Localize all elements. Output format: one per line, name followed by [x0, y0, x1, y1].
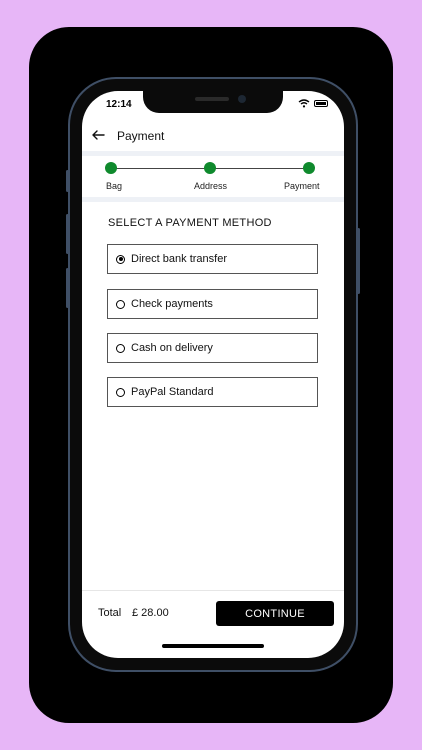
step-label-payment: Payment	[284, 181, 320, 191]
step-label-address: Address	[194, 181, 228, 191]
power-button	[357, 228, 360, 294]
continue-button[interactable]: CONTINUE	[216, 601, 334, 626]
front-camera	[238, 95, 246, 103]
radio-unselected-icon[interactable]	[116, 387, 125, 397]
battery-icon	[314, 100, 328, 107]
payment-option-label: Cash on delivery	[131, 342, 213, 354]
footer-divider	[82, 590, 344, 591]
step-label-bag: Bag	[106, 181, 123, 191]
radio-selected-icon[interactable]	[116, 254, 125, 264]
home-indicator	[162, 644, 264, 648]
payment-option-label: Check payments	[131, 298, 213, 310]
notch	[143, 91, 283, 113]
total-label: Total	[98, 607, 122, 619]
step-dot-address	[204, 162, 216, 174]
step-dot-bag	[105, 162, 117, 174]
status-icons	[298, 99, 328, 108]
payment-option-paypal-standard[interactable]: PayPal Standard	[107, 377, 318, 407]
checkout-stepper: Bag Address Payment	[82, 156, 344, 200]
payment-option-check-payments[interactable]: Check payments	[107, 289, 318, 319]
mute-switch	[66, 170, 69, 192]
page-title: Payment	[117, 129, 165, 143]
payment-option-label: PayPal Standard	[131, 386, 214, 398]
radio-unselected-icon[interactable]	[116, 343, 125, 353]
radio-unselected-icon[interactable]	[116, 299, 125, 309]
volume-up-button	[66, 214, 69, 254]
speaker	[195, 97, 229, 101]
header: Payment	[82, 121, 344, 151]
payment-option-direct-bank-transfer[interactable]: Direct bank transfer	[107, 244, 318, 274]
total-value: £ 28.00	[132, 607, 169, 619]
step-dot-payment	[303, 162, 315, 174]
stepper-divider	[82, 197, 344, 202]
section-title: SELECT A PAYMENT METHOD	[108, 217, 272, 229]
volume-down-button	[66, 268, 69, 308]
payment-option-cash-on-delivery[interactable]: Cash on delivery	[107, 333, 318, 363]
status-time: 12:14	[106, 99, 132, 110]
payment-option-label: Direct bank transfer	[131, 253, 227, 265]
wifi-icon	[298, 99, 310, 108]
app-screen: 12:14 Payment Bag Address Payment SELECT…	[82, 91, 344, 658]
back-arrow-icon[interactable]	[90, 127, 106, 143]
